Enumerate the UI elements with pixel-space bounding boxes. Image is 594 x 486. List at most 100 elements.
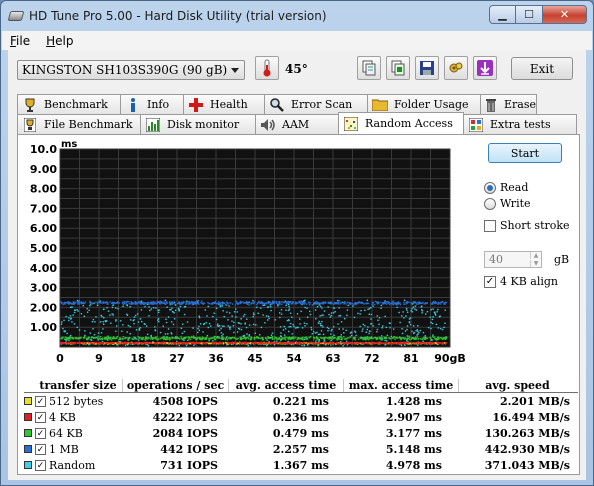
tab-health[interactable]: Health [183,94,265,114]
data-point [168,302,171,305]
close-button[interactable]: ✕ [543,5,587,24]
spin-down-icon[interactable]: ▼ [530,260,541,267]
row-avg: 0.221 ms [272,394,329,408]
data-point [233,341,236,344]
tab-disk-monitor[interactable]: Disk monitor [140,114,256,134]
data-point [171,301,174,303]
data-point [374,342,376,344]
data-point [417,338,419,340]
data-point [221,303,223,305]
spin-up-icon[interactable]: ▲ [530,252,541,259]
tab-extra-tests[interactable]: Extra tests [463,114,577,134]
data-point [349,342,352,344]
results-header: transfer size operations / sec avg. acce… [24,378,578,393]
data-point [370,307,372,309]
data-point [192,342,194,344]
tab-benchmark[interactable]: Benchmark [17,94,121,114]
minimize-button[interactable]: ▁ [489,5,516,24]
data-point [371,303,374,306]
data-point [283,325,286,328]
menu-file[interactable]: File [2,34,38,48]
data-point [321,302,323,304]
data-point [180,335,182,338]
data-point [393,336,396,338]
data-point [315,342,317,345]
data-point [329,316,332,318]
data-point [411,303,414,305]
copy-info-button[interactable] [357,56,381,80]
menu-help[interactable]: Help [38,34,81,48]
data-point [219,305,222,308]
data-point [445,342,447,345]
tab-info[interactable]: Info [120,94,184,114]
align-checkbox[interactable]: ✓ 4 KB align [484,275,558,288]
data-point [166,338,168,340]
exit-button[interactable]: Exit [511,57,573,80]
tab-file-benchmark[interactable]: File Benchmark [17,114,141,134]
tab-aam[interactable]: AAM [255,114,339,134]
tab-random-access[interactable]: Random Access [338,112,464,134]
data-point [267,319,269,321]
start-button[interactable]: Start [488,143,562,163]
write-radio[interactable]: Write [484,197,531,210]
data-point [289,322,292,325]
data-point [245,302,248,304]
data-point [211,302,214,304]
data-point [304,303,306,305]
tab-erase[interactable]: Erase [480,94,537,114]
data-point [74,337,76,339]
data-point [342,328,344,330]
y-tick-label: 2.00 [30,301,57,314]
data-point [71,342,73,344]
data-point [65,301,68,304]
tab-error-scan[interactable]: Error Scan [264,94,368,114]
data-point [96,337,99,339]
data-point [195,338,197,341]
series-checkbox[interactable]: ✓ [35,411,46,423]
data-point [337,338,340,340]
series-checkbox[interactable]: ✓ [35,395,46,407]
table-row: ✓ 64 KB 2084 IOPS 0.479 ms 3.177 ms 130.263 M… [24,425,578,441]
data-point [86,342,89,344]
data-point [140,303,142,305]
data-point [87,336,90,338]
drive-select[interactable]: KINGSTON SH103S390G (90 gB) [17,60,245,80]
data-point [236,311,238,313]
series-checkbox[interactable]: ✓ [35,427,46,439]
series-checkbox[interactable]: ✓ [35,443,46,455]
copy-screenshot-button[interactable] [386,56,410,80]
data-point [367,326,369,328]
data-point [245,338,247,340]
data-point [198,342,200,344]
data-point [235,300,237,302]
data-point [398,302,401,304]
data-point [216,302,219,305]
data-point [268,317,270,320]
short-stroke-spinner[interactable]: 40 ▲ ▼ [484,251,542,268]
data-point [349,336,352,338]
data-point [252,323,255,326]
data-point [405,315,407,317]
download-icon [477,60,493,76]
save-button[interactable] [415,56,439,80]
data-point [249,338,252,340]
short-stroke-checkbox[interactable]: Short stroke [484,219,570,232]
title-bar[interactable]: HD Tune Pro 5.00 - Hard Disk Utility (tr… [1,1,593,31]
data-point [84,342,87,344]
align-check-icon: ✓ [484,275,496,288]
series-checkbox[interactable]: ✓ [35,459,46,471]
data-point [438,342,440,344]
data-point [63,302,65,304]
maximize-button[interactable]: ☐ [516,5,543,24]
data-point [260,342,263,345]
data-point [374,336,376,339]
data-point [415,309,418,311]
data-point [379,301,381,304]
read-radio[interactable]: Read [484,181,528,194]
data-point [134,303,137,305]
tab-folder-usage[interactable]: Folder Usage [367,94,481,114]
options-button[interactable] [444,56,468,80]
data-point [319,336,322,339]
download-button[interactable] [473,56,497,80]
info-icon [125,97,141,112]
